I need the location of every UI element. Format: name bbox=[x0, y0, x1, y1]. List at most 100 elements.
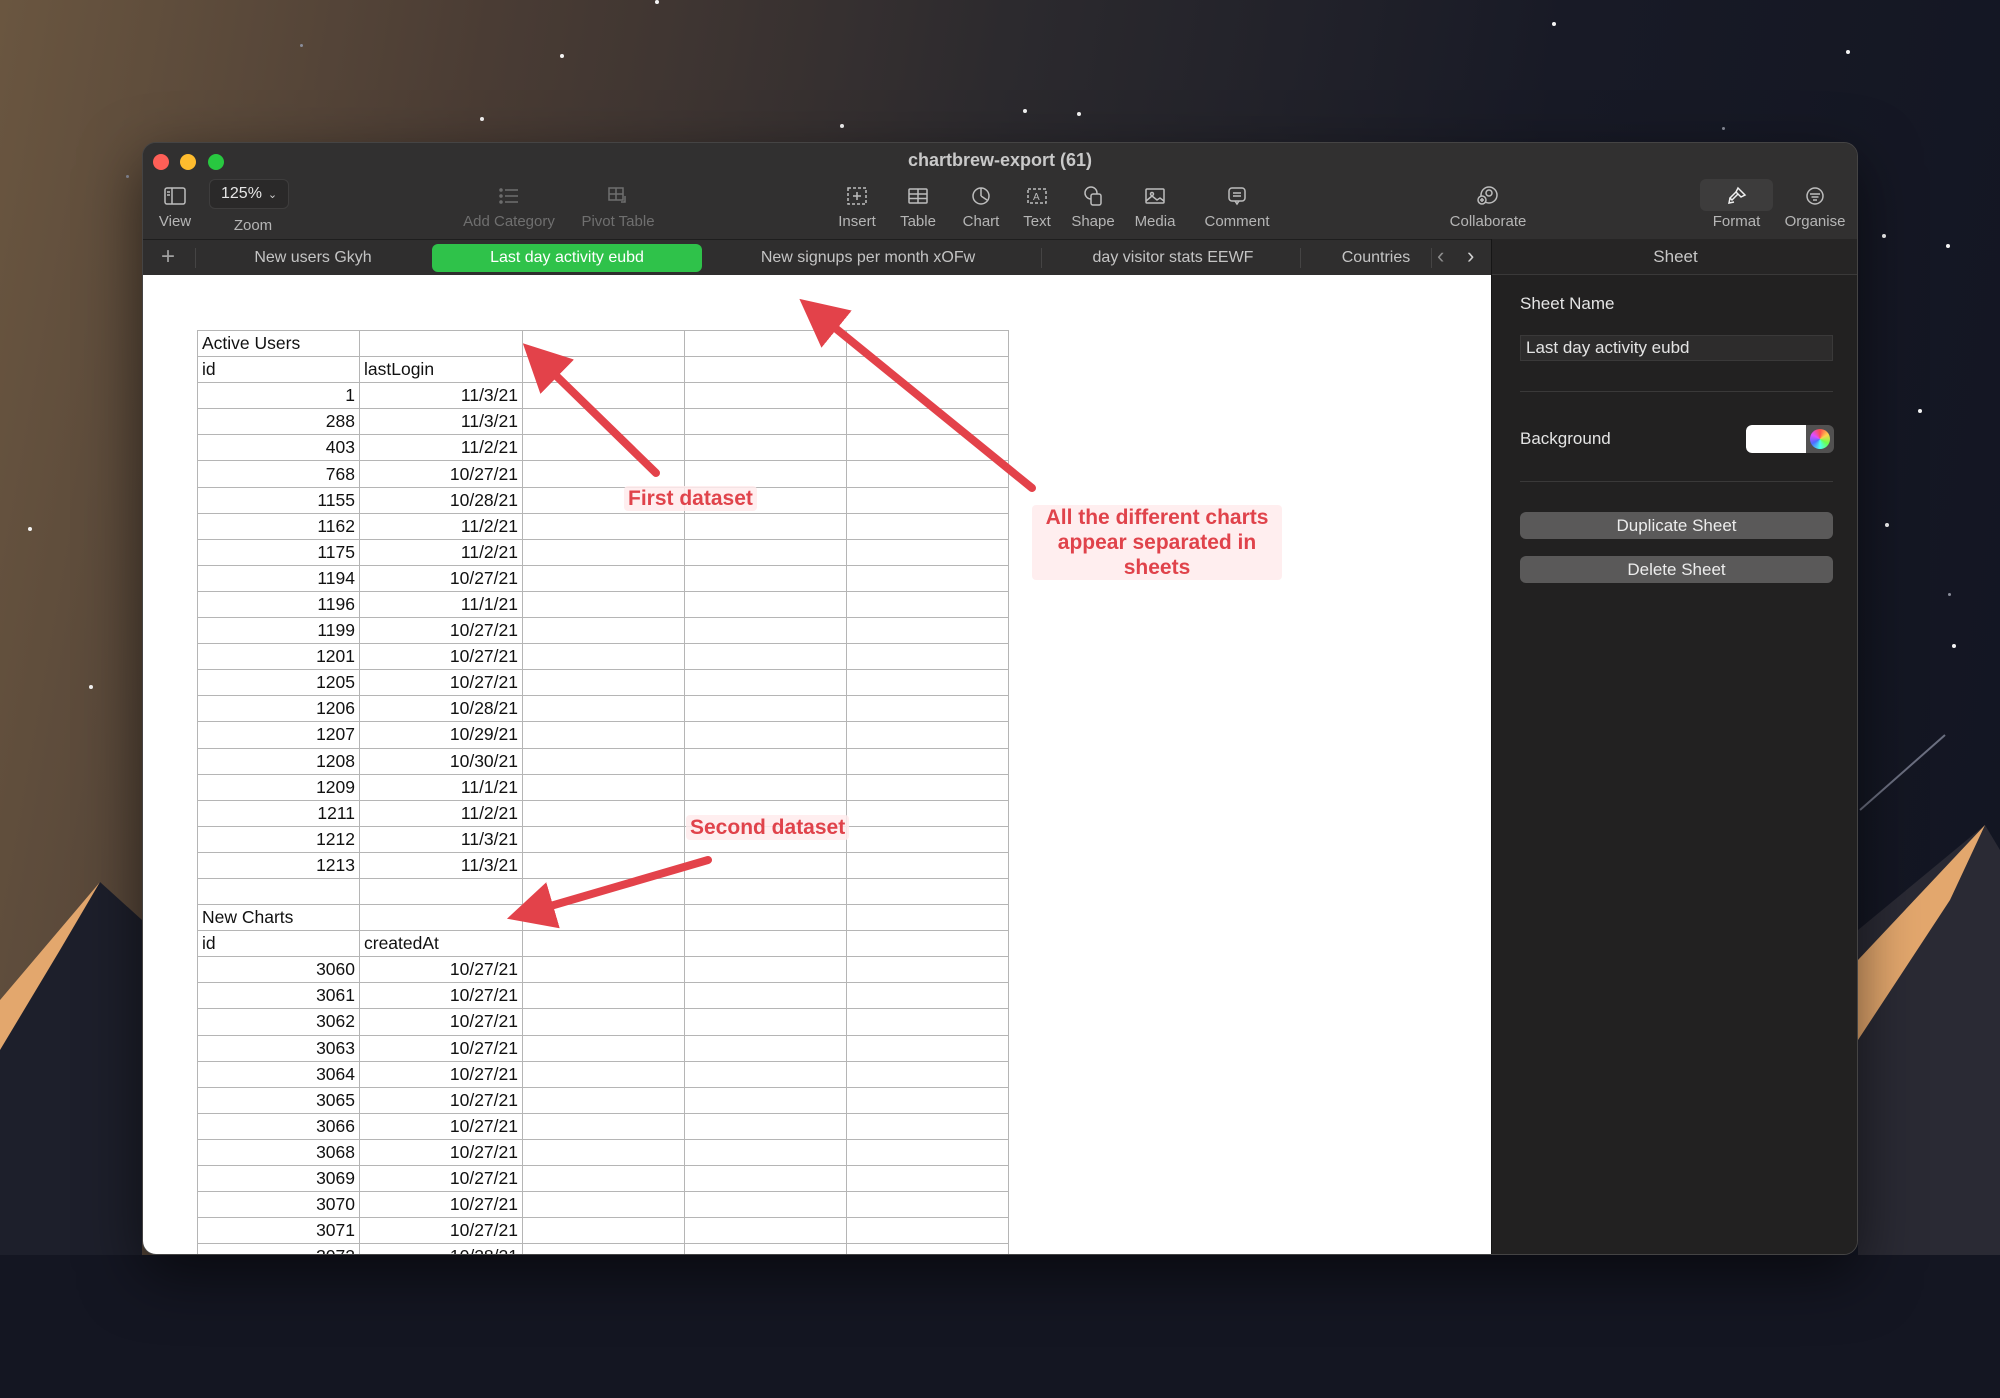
table-cell[interactable] bbox=[522, 1060, 685, 1088]
table-cell[interactable] bbox=[197, 877, 360, 906]
table-cell[interactable]: createdAt bbox=[359, 930, 523, 958]
table-cell[interactable] bbox=[684, 512, 847, 540]
table-cell[interactable] bbox=[522, 1191, 685, 1219]
table-cell[interactable]: 3068 bbox=[197, 1138, 360, 1167]
table-cell[interactable]: 1199 bbox=[197, 617, 360, 645]
table-cell[interactable]: 3060 bbox=[197, 956, 360, 984]
table-cell[interactable] bbox=[846, 1243, 1009, 1254]
table-cell[interactable] bbox=[846, 851, 1009, 879]
table-cell[interactable]: 10/27/21 bbox=[359, 1217, 523, 1245]
table-cell[interactable] bbox=[684, 851, 847, 879]
table-cell[interactable] bbox=[846, 434, 1009, 462]
view-button[interactable]: View bbox=[153, 181, 197, 230]
table-cell[interactable] bbox=[359, 904, 523, 932]
table-cell[interactable] bbox=[846, 617, 1009, 645]
background-color-well[interactable] bbox=[1746, 425, 1834, 453]
table-cell[interactable] bbox=[846, 460, 1009, 488]
pivot-table-button[interactable]: Pivot Table bbox=[573, 181, 663, 230]
tab-new-users[interactable]: New users Gkyh bbox=[223, 244, 403, 272]
table-cell[interactable]: 10/28/21 bbox=[359, 1243, 523, 1254]
table-cell[interactable] bbox=[522, 799, 685, 827]
table-cell[interactable]: 10/27/21 bbox=[359, 1086, 523, 1114]
table-cell[interactable]: 11/1/21 bbox=[359, 590, 523, 619]
table-cell[interactable]: 1162 bbox=[197, 512, 360, 540]
shape-button[interactable]: Shape bbox=[1067, 181, 1119, 230]
table-cell[interactable]: 10/27/21 bbox=[359, 669, 523, 697]
table-cell[interactable]: 1155 bbox=[197, 486, 360, 514]
delete-sheet-button[interactable]: Delete Sheet bbox=[1520, 556, 1833, 583]
table-cell[interactable] bbox=[684, 1086, 847, 1114]
table-cell[interactable] bbox=[846, 721, 1009, 749]
table-cell[interactable]: 10/27/21 bbox=[359, 1060, 523, 1088]
comment-button[interactable]: Comment bbox=[1201, 181, 1273, 230]
table-cell[interactable] bbox=[846, 773, 1009, 801]
table-cell[interactable]: 10/27/21 bbox=[359, 1112, 523, 1140]
table-cell[interactable] bbox=[684, 1008, 847, 1036]
table-cell[interactable] bbox=[684, 1112, 847, 1140]
table-cell[interactable]: 11/3/21 bbox=[359, 408, 523, 436]
text-button[interactable]: A Text bbox=[1015, 181, 1059, 230]
organise-button[interactable]: Organise bbox=[1779, 181, 1851, 230]
table-cell[interactable] bbox=[522, 877, 685, 906]
table-cell[interactable] bbox=[684, 382, 847, 410]
table-cell[interactable] bbox=[684, 695, 847, 723]
table-cell[interactable] bbox=[846, 564, 1009, 592]
table-cell[interactable] bbox=[522, 1112, 685, 1140]
table-cell[interactable] bbox=[846, 1191, 1009, 1219]
table-cell[interactable]: 1213 bbox=[197, 851, 360, 879]
table-cell[interactable] bbox=[846, 1008, 1009, 1036]
table-cell[interactable] bbox=[522, 1164, 685, 1193]
table-cell[interactable] bbox=[846, 1034, 1009, 1062]
table-cell[interactable] bbox=[522, 721, 685, 749]
table-cell[interactable]: 3070 bbox=[197, 1191, 360, 1219]
table-cell[interactable] bbox=[359, 329, 523, 358]
table-cell[interactable] bbox=[684, 408, 847, 436]
table-cell[interactable]: id bbox=[197, 930, 360, 958]
table-cell[interactable]: Active Users bbox=[197, 329, 360, 358]
table-cell[interactable] bbox=[522, 669, 685, 697]
table-cell[interactable]: 1201 bbox=[197, 643, 360, 671]
table-cell[interactable] bbox=[522, 460, 685, 488]
table-cell[interactable] bbox=[522, 747, 685, 775]
table-cell[interactable] bbox=[846, 512, 1009, 540]
table-cell[interactable]: 768 bbox=[197, 460, 360, 488]
table-cell[interactable] bbox=[522, 1243, 685, 1254]
table-cell[interactable]: 1206 bbox=[197, 695, 360, 723]
table-cell[interactable] bbox=[846, 643, 1009, 671]
spreadsheet-table[interactable]: Active Users id lastLogin 1 11/3/21 288 11/3/2… bbox=[197, 329, 1009, 1254]
table-cell[interactable] bbox=[684, 538, 847, 566]
add-category-button[interactable]: Add Category bbox=[459, 181, 559, 230]
table-cell[interactable]: 10/29/21 bbox=[359, 721, 523, 749]
table-cell[interactable] bbox=[684, 930, 847, 958]
table-cell[interactable] bbox=[522, 617, 685, 645]
table-cell[interactable] bbox=[522, 1086, 685, 1114]
table-cell[interactable] bbox=[684, 564, 847, 592]
table-cell[interactable] bbox=[684, 669, 847, 697]
table-cell[interactable]: 11/2/21 bbox=[359, 512, 523, 540]
table-cell[interactable] bbox=[846, 1086, 1009, 1114]
table-cell[interactable] bbox=[522, 590, 685, 619]
table-cell[interactable] bbox=[522, 1008, 685, 1036]
table-cell[interactable]: 10/27/21 bbox=[359, 564, 523, 592]
table-cell[interactable] bbox=[684, 1191, 847, 1219]
table-cell[interactable] bbox=[684, 982, 847, 1010]
table-cell[interactable] bbox=[846, 329, 1009, 358]
table-cell[interactable] bbox=[846, 982, 1009, 1010]
table-cell[interactable] bbox=[846, 1112, 1009, 1140]
table-cell[interactable] bbox=[684, 904, 847, 932]
table-cell[interactable] bbox=[522, 773, 685, 801]
table-cell[interactable]: 10/27/21 bbox=[359, 1191, 523, 1219]
insert-button[interactable]: Insert bbox=[829, 181, 885, 230]
table-cell[interactable]: 10/27/21 bbox=[359, 643, 523, 671]
table-cell[interactable] bbox=[522, 512, 685, 540]
table-cell[interactable] bbox=[522, 956, 685, 984]
table-cell[interactable]: 11/3/21 bbox=[359, 382, 523, 410]
table-cell[interactable] bbox=[522, 695, 685, 723]
table-cell[interactable] bbox=[684, 721, 847, 749]
table-cell[interactable]: 3063 bbox=[197, 1034, 360, 1062]
table-cell[interactable] bbox=[684, 329, 847, 358]
table-cell[interactable] bbox=[522, 408, 685, 436]
table-cell[interactable] bbox=[846, 382, 1009, 410]
table-cell[interactable] bbox=[846, 669, 1009, 697]
duplicate-sheet-button[interactable]: Duplicate Sheet bbox=[1520, 512, 1833, 539]
